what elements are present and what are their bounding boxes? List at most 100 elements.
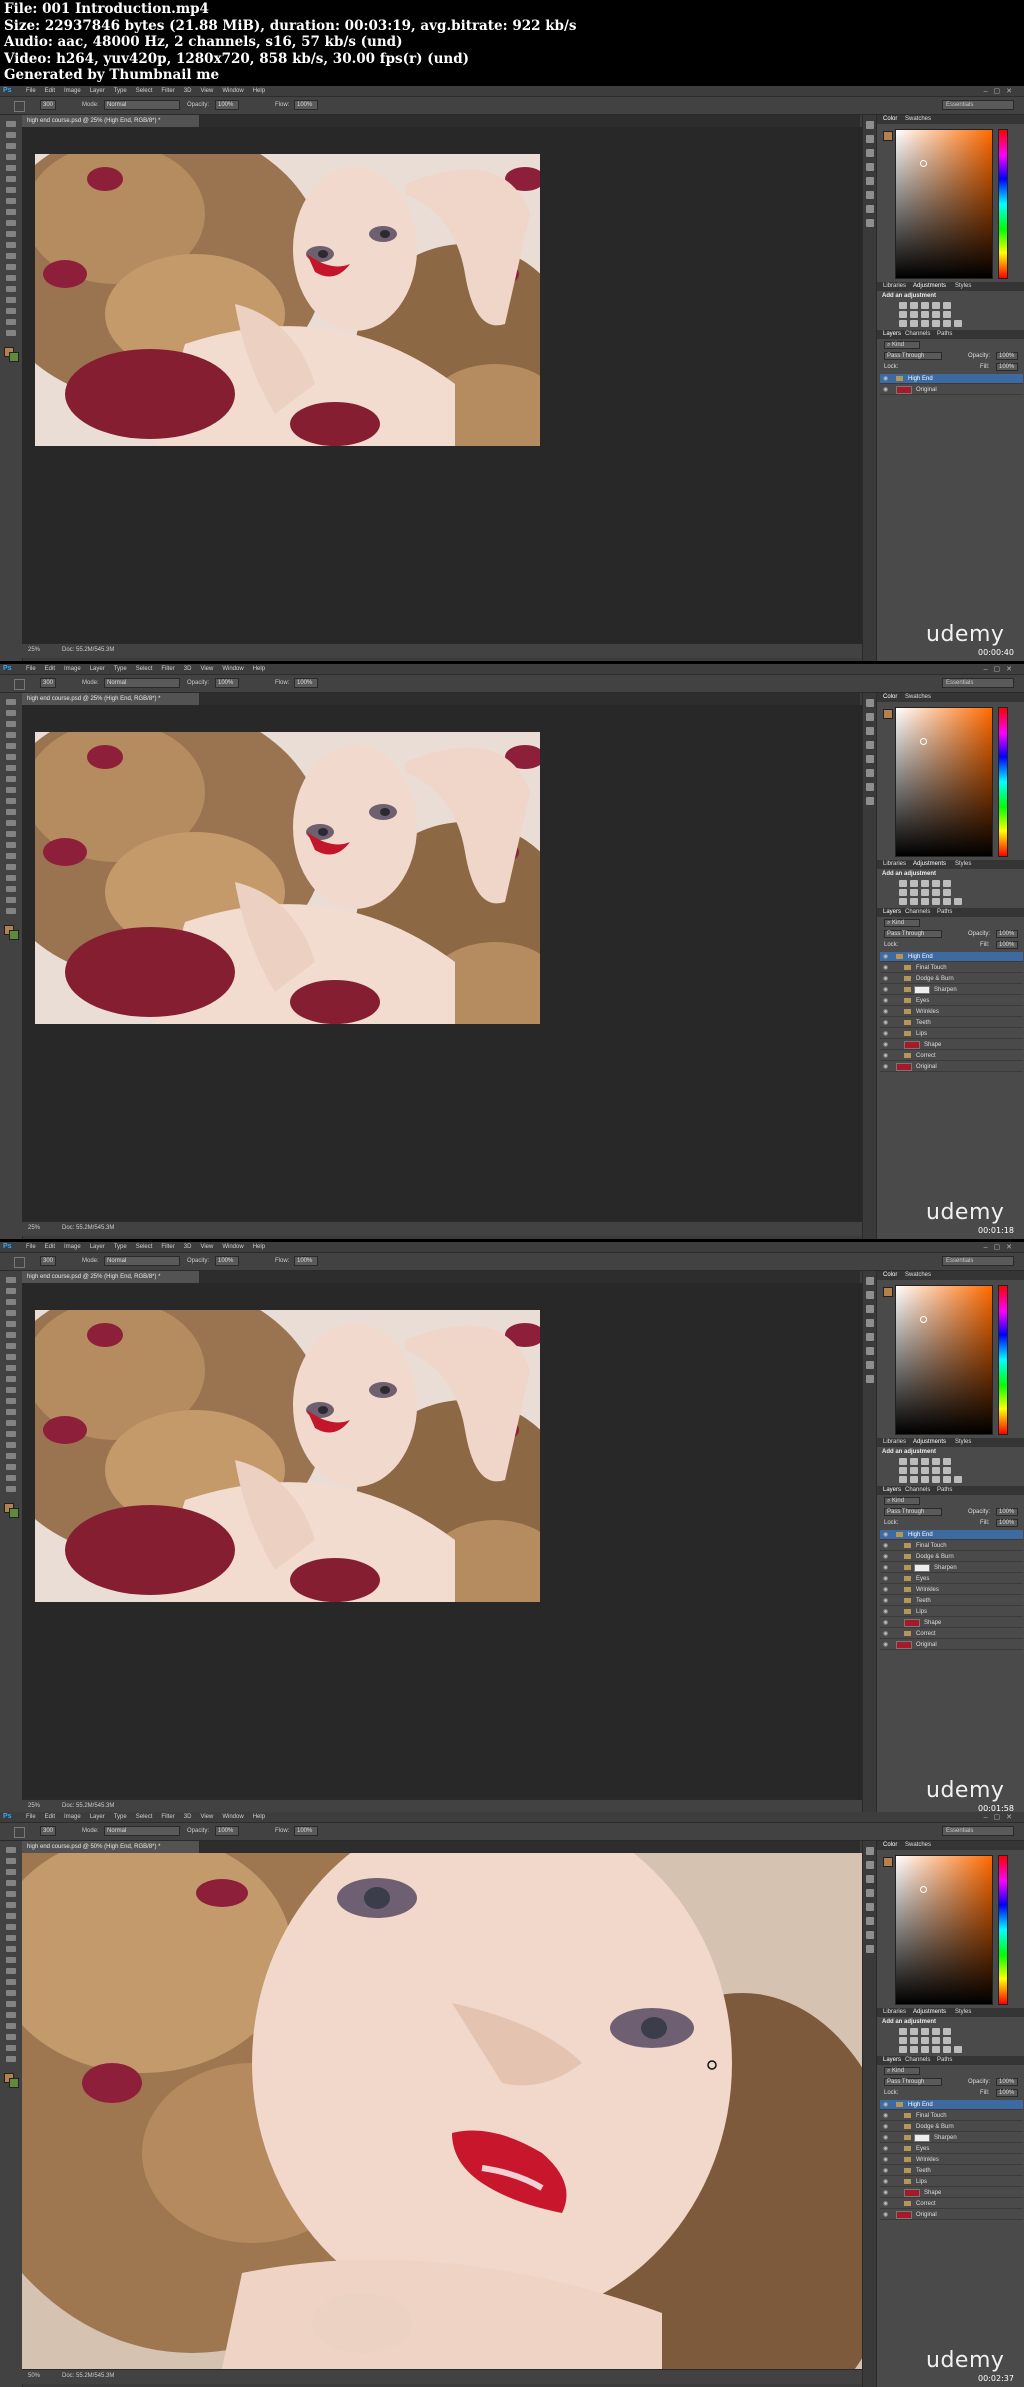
hand-tool-icon[interactable] [6, 897, 16, 903]
marquee-tool-icon[interactable] [6, 710, 16, 716]
hand-tool-icon[interactable] [6, 319, 16, 325]
adjustment-icon[interactable] [921, 898, 929, 905]
mode-select[interactable]: Normal [104, 1826, 180, 1836]
panel-shortcut-icon[interactable] [866, 1319, 874, 1327]
layer-opacity-field[interactable]: 100% [996, 2078, 1018, 2086]
background-swatch[interactable] [9, 2078, 19, 2088]
adjustment-icon[interactable] [910, 880, 918, 887]
dodge-tool-icon[interactable] [6, 1420, 16, 1426]
visibility-eye-icon[interactable]: ◉ [883, 2133, 888, 2143]
adjustment-icon[interactable] [899, 302, 907, 309]
tab-libraries[interactable]: Libraries [883, 283, 906, 289]
menu-view[interactable]: View [200, 1814, 213, 1820]
panel-shortcut-icon[interactable] [866, 1931, 874, 1939]
menu-layer[interactable]: Layer [90, 666, 105, 672]
flow-field[interactable]: 100% [294, 678, 318, 688]
menu-edit[interactable]: Edit [45, 666, 55, 672]
panel-shortcut-icon[interactable] [866, 713, 874, 721]
path-select-tool-icon[interactable] [6, 1453, 16, 1459]
flow-field[interactable]: 100% [294, 1256, 318, 1266]
layer-row[interactable]: ◉ Teeth [880, 1596, 1023, 1606]
tab-paths[interactable]: Paths [937, 331, 952, 337]
menu-layer[interactable]: Layer [90, 1814, 105, 1820]
foreground-color-swatch[interactable] [883, 709, 893, 719]
history-brush-tool-icon[interactable] [6, 1376, 16, 1382]
adjustment-icon[interactable] [921, 1476, 929, 1483]
layer-mask-thumbnail[interactable] [914, 2134, 930, 2142]
layer-row[interactable]: ◉ Correct [880, 1629, 1023, 1639]
visibility-eye-icon[interactable]: ◉ [883, 1062, 888, 1072]
adjustment-icon[interactable] [943, 1476, 951, 1483]
visibility-eye-icon[interactable]: ◉ [883, 996, 888, 1006]
hand-tool-icon[interactable] [6, 2045, 16, 2051]
visibility-eye-icon[interactable]: ◉ [883, 1563, 888, 1573]
layer-row[interactable]: ◉ Shape [880, 1618, 1023, 1628]
tab-swatches[interactable]: Swatches [905, 116, 931, 122]
layer-row[interactable]: ◉ Original [880, 2210, 1023, 2220]
blur-tool-icon[interactable] [6, 831, 16, 837]
foreground-color-swatch[interactable] [883, 131, 893, 141]
adjustment-icon[interactable] [921, 320, 929, 327]
adjustment-icon[interactable] [932, 1476, 940, 1483]
visibility-eye-icon[interactable]: ◉ [883, 1596, 888, 1606]
fill-field[interactable]: 100% [996, 363, 1018, 371]
panel-shortcut-icon[interactable] [866, 1361, 874, 1369]
hue-slider[interactable] [998, 129, 1008, 279]
adjustment-icon[interactable] [943, 1458, 951, 1465]
canvas-area[interactable] [22, 1853, 862, 2369]
adjustment-icon[interactable] [899, 1458, 907, 1465]
shape-tool-icon[interactable] [6, 2034, 16, 2040]
layer-thumbnail[interactable] [904, 1041, 920, 1049]
panel-shortcut-icon[interactable] [866, 205, 874, 213]
brush-size-field[interactable]: 300 [40, 100, 56, 110]
adjustment-icon[interactable] [943, 880, 951, 887]
menu-window[interactable]: Window [222, 666, 243, 672]
adjustment-icon[interactable] [910, 2028, 918, 2035]
panel-shortcut-icon[interactable] [866, 741, 874, 749]
menu-image[interactable]: Image [64, 666, 81, 672]
shape-tool-icon[interactable] [6, 886, 16, 892]
menu-file[interactable]: File [26, 666, 36, 672]
adjustment-icon[interactable] [910, 1458, 918, 1465]
adjustment-icon[interactable] [921, 311, 929, 318]
pen-tool-icon[interactable] [6, 275, 16, 281]
pen-tool-icon[interactable] [6, 853, 16, 859]
visibility-eye-icon[interactable]: ◉ [883, 1040, 888, 1050]
layer-row[interactable]: ◉ Wrinkles [880, 2155, 1023, 2165]
layer-kind-filter[interactable]: ⌕ Kind [884, 919, 920, 927]
layer-row[interactable]: ◉ Dodge & Burn [880, 2122, 1023, 2132]
adjustment-icon[interactable] [943, 311, 951, 318]
zoom-level[interactable]: 50% [28, 2373, 40, 2379]
adjustment-icon[interactable] [921, 889, 929, 896]
adjustment-icon[interactable] [921, 2028, 929, 2035]
menu-help[interactable]: Help [253, 88, 265, 94]
menu-3d[interactable]: 3D [184, 666, 192, 672]
layer-row[interactable]: ◉ Final Touch [880, 1541, 1023, 1551]
adjustment-icon[interactable] [910, 1476, 918, 1483]
eraser-tool-icon[interactable] [6, 809, 16, 815]
canvas-area[interactable] [22, 127, 862, 643]
layer-row[interactable]: ◉ Final Touch [880, 963, 1023, 973]
zoom-tool-icon[interactable] [6, 908, 16, 914]
eraser-tool-icon[interactable] [6, 231, 16, 237]
opacity-field[interactable]: 100% [215, 100, 239, 110]
lasso-tool-icon[interactable] [6, 143, 16, 149]
fill-field[interactable]: 100% [996, 2089, 1018, 2097]
shape-tool-icon[interactable] [6, 308, 16, 314]
adjustment-icon[interactable] [943, 889, 951, 896]
crop-tool-icon[interactable] [6, 743, 16, 749]
adjustment-icon[interactable] [910, 2037, 918, 2044]
panel-shortcut-icon[interactable] [866, 1277, 874, 1285]
adjustment-icon[interactable] [910, 898, 918, 905]
panel-shortcut-icon[interactable] [866, 191, 874, 199]
adjustment-icon[interactable] [932, 302, 940, 309]
blur-tool-icon[interactable] [6, 1979, 16, 1985]
tab-color[interactable]: Color [883, 1272, 897, 1278]
tab-paths[interactable]: Paths [937, 2057, 952, 2063]
menu-filter[interactable]: Filter [161, 1244, 174, 1250]
panel-shortcut-icon[interactable] [866, 1945, 874, 1953]
eraser-tool-icon[interactable] [6, 1957, 16, 1963]
move-tool-icon[interactable] [6, 121, 16, 127]
tab-layers[interactable]: Layers [883, 331, 901, 337]
menu-type[interactable]: Type [114, 1244, 127, 1250]
